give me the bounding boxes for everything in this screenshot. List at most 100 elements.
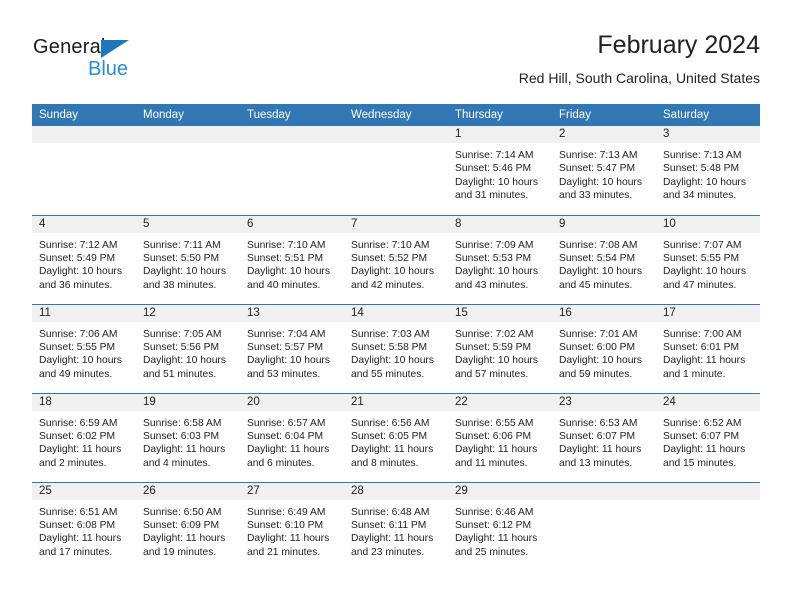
sun-times-info: Sunrise: 7:08 AM Sunset: 5:54 PM Dayligh…: [559, 239, 642, 291]
calendar-empty-cell: [344, 126, 448, 215]
calendar-day-cell[interactable]: 2 Sunrise: 7:13 AM Sunset: 5:47 PM Daylig…: [552, 126, 656, 215]
calendar-empty-cell: [552, 481, 656, 571]
calendar-day-cell[interactable]: 15 Sunrise: 7:02 AM Sunset: 5:59 PM Dayli…: [448, 303, 552, 393]
calendar-week-row: 1 Sunrise: 7:14 AM Sunset: 5:46 PM Daylig…: [32, 126, 760, 215]
sun-times-info: Sunrise: 6:48 AM Sunset: 6:11 PM Dayligh…: [351, 506, 434, 558]
sun-times-info: Sunrise: 6:49 AM Sunset: 6:10 PM Dayligh…: [247, 506, 330, 558]
calendar-page: General Blue February 2024 Red Hill, Sou…: [0, 0, 792, 612]
calendar-day-cell[interactable]: 25 Sunrise: 6:51 AM Sunset: 6:08 PM Dayli…: [32, 481, 136, 571]
day-number: 20: [240, 393, 344, 411]
sun-times-info: Sunrise: 6:52 AM Sunset: 6:07 PM Dayligh…: [663, 417, 746, 469]
sun-times-info: Sunrise: 6:57 AM Sunset: 6:04 PM Dayligh…: [247, 417, 330, 469]
sun-times-info: Sunrise: 7:13 AM Sunset: 5:47 PM Dayligh…: [559, 150, 642, 202]
sun-times-info: Sunrise: 7:12 AM Sunset: 5:49 PM Dayligh…: [39, 239, 122, 291]
calendar-day-cell[interactable]: 4 Sunrise: 7:12 AM Sunset: 5:49 PM Daylig…: [32, 214, 136, 304]
sun-times-info: Sunrise: 6:58 AM Sunset: 6:03 PM Dayligh…: [143, 417, 226, 469]
calendar-day-cell[interactable]: 3 Sunrise: 7:13 AM Sunset: 5:48 PM Daylig…: [656, 126, 760, 215]
day-number: [136, 126, 240, 143]
day-number: 13: [240, 304, 344, 322]
day-number: 9: [552, 215, 656, 233]
title-block: February 2024 Red Hill, South Carolina, …: [340, 30, 760, 88]
day-number: 23: [552, 393, 656, 411]
sun-times-info: Sunrise: 6:46 AM Sunset: 6:12 PM Dayligh…: [455, 506, 538, 558]
sun-times-info: Sunrise: 7:06 AM Sunset: 5:55 PM Dayligh…: [39, 328, 122, 380]
calendar-day-cell[interactable]: 11 Sunrise: 7:06 AM Sunset: 5:55 PM Dayli…: [32, 303, 136, 393]
sun-times-info: Sunrise: 7:01 AM Sunset: 6:00 PM Dayligh…: [559, 328, 642, 380]
calendar-week-row: 4 Sunrise: 7:12 AM Sunset: 5:49 PM Daylig…: [32, 214, 760, 304]
day-number: 12: [136, 304, 240, 322]
day-number: 26: [136, 482, 240, 500]
day-number: 4: [32, 215, 136, 233]
calendar-day-cell[interactable]: 14 Sunrise: 7:03 AM Sunset: 5:58 PM Dayli…: [344, 303, 448, 393]
calendar-day-cell[interactable]: 10 Sunrise: 7:07 AM Sunset: 5:55 PM Dayli…: [656, 214, 760, 304]
calendar-day-cell[interactable]: 18 Sunrise: 6:59 AM Sunset: 6:02 PM Dayli…: [32, 392, 136, 482]
day-number: 19: [136, 393, 240, 411]
calendar-day-cell[interactable]: 26 Sunrise: 6:50 AM Sunset: 6:09 PM Dayli…: [136, 481, 240, 571]
calendar-day-cell[interactable]: 19 Sunrise: 6:58 AM Sunset: 6:03 PM Dayli…: [136, 392, 240, 482]
calendar-week-row: 18 Sunrise: 6:59 AM Sunset: 6:02 PM Dayli…: [32, 392, 760, 482]
sun-times-info: Sunrise: 7:00 AM Sunset: 6:01 PM Dayligh…: [663, 328, 746, 380]
calendar-empty-cell: [32, 126, 136, 215]
day-number: 3: [656, 126, 760, 143]
weekday-header-monday: Monday: [136, 104, 240, 126]
weekday-header-sunday: Sunday: [32, 104, 136, 126]
calendar-day-cell[interactable]: 24 Sunrise: 6:52 AM Sunset: 6:07 PM Dayli…: [656, 392, 760, 482]
calendar-day-cell[interactable]: 7 Sunrise: 7:10 AM Sunset: 5:52 PM Daylig…: [344, 214, 448, 304]
calendar-header-row: Sunday Monday Tuesday Wednesday Thursday Frid…: [32, 104, 760, 126]
weekday-header-thursday: Thursday: [448, 104, 552, 126]
sun-times-info: Sunrise: 7:03 AM Sunset: 5:58 PM Dayligh…: [351, 328, 434, 380]
location-subtitle: Red Hill, South Carolina, United States: [518, 70, 760, 86]
calendar-day-cell[interactable]: 21 Sunrise: 6:56 AM Sunset: 6:05 PM Dayli…: [344, 392, 448, 482]
weekday-header-wednesday: Wednesday: [344, 104, 448, 126]
day-number: 7: [344, 215, 448, 233]
logo-text-blue: Blue: [88, 58, 129, 80]
day-number: 17: [656, 304, 760, 322]
sun-times-info: Sunrise: 6:53 AM Sunset: 6:07 PM Dayligh…: [559, 417, 642, 469]
sun-times-info: Sunrise: 6:51 AM Sunset: 6:08 PM Dayligh…: [39, 506, 122, 558]
blue-triangle-logo-mark-icon: [101, 40, 129, 58]
calendar-day-cell[interactable]: 28 Sunrise: 6:48 AM Sunset: 6:11 PM Dayli…: [344, 481, 448, 571]
day-number: 27: [240, 482, 344, 500]
day-number: 16: [552, 304, 656, 322]
calendar-empty-cell: [240, 126, 344, 215]
calendar-day-cell[interactable]: 6 Sunrise: 7:10 AM Sunset: 5:51 PM Daylig…: [240, 214, 344, 304]
calendar-day-cell[interactable]: 23 Sunrise: 6:53 AM Sunset: 6:07 PM Dayli…: [552, 392, 656, 482]
sun-times-info: Sunrise: 6:56 AM Sunset: 6:05 PM Dayligh…: [351, 417, 434, 469]
day-number: 29: [448, 482, 552, 500]
day-number: [344, 126, 448, 143]
calendar-day-cell[interactable]: 17 Sunrise: 7:00 AM Sunset: 6:01 PM Dayli…: [656, 303, 760, 393]
day-number: 22: [448, 393, 552, 411]
day-number: 11: [32, 304, 136, 322]
day-number: 14: [344, 304, 448, 322]
calendar-empty-cell: [656, 481, 760, 571]
calendar-day-cell[interactable]: 5 Sunrise: 7:11 AM Sunset: 5:50 PM Daylig…: [136, 214, 240, 304]
calendar-day-cell[interactable]: 13 Sunrise: 7:04 AM Sunset: 5:57 PM Dayli…: [240, 303, 344, 393]
day-number: 1: [448, 126, 552, 143]
calendar-day-cell[interactable]: 16 Sunrise: 7:01 AM Sunset: 6:00 PM Dayli…: [552, 303, 656, 393]
calendar-day-cell[interactable]: 27 Sunrise: 6:49 AM Sunset: 6:10 PM Dayli…: [240, 481, 344, 571]
calendar-day-cell[interactable]: 22 Sunrise: 6:55 AM Sunset: 6:06 PM Dayli…: [448, 392, 552, 482]
sun-times-info: Sunrise: 7:04 AM Sunset: 5:57 PM Dayligh…: [247, 328, 330, 380]
day-number: [32, 126, 136, 143]
page-title: February 2024: [597, 31, 760, 59]
calendar-day-cell[interactable]: 9 Sunrise: 7:08 AM Sunset: 5:54 PM Daylig…: [552, 214, 656, 304]
general-blue-logo[interactable]: General Blue: [33, 36, 213, 84]
calendar-day-cell[interactable]: 8 Sunrise: 7:09 AM Sunset: 5:53 PM Daylig…: [448, 214, 552, 304]
calendar-day-cell[interactable]: 29 Sunrise: 6:46 AM Sunset: 6:12 PM Dayli…: [448, 481, 552, 571]
calendar-day-cell[interactable]: 12 Sunrise: 7:05 AM Sunset: 5:56 PM Dayli…: [136, 303, 240, 393]
day-number: 5: [136, 215, 240, 233]
weekday-header-saturday: Saturday: [656, 104, 760, 126]
calendar-day-cell[interactable]: 1 Sunrise: 7:14 AM Sunset: 5:46 PM Daylig…: [448, 126, 552, 215]
sun-times-info: Sunrise: 7:14 AM Sunset: 5:46 PM Dayligh…: [455, 150, 538, 202]
day-number: [240, 126, 344, 143]
sun-times-info: Sunrise: 7:09 AM Sunset: 5:53 PM Dayligh…: [455, 239, 538, 291]
day-number: 2: [552, 126, 656, 143]
day-number: 25: [32, 482, 136, 500]
page-header: General Blue February 2024 Red Hill, Sou…: [0, 0, 792, 100]
calendar-week-row: 25 Sunrise: 6:51 AM Sunset: 6:08 PM Dayli…: [32, 481, 760, 571]
day-number: 8: [448, 215, 552, 233]
logo-text-general: General: [33, 36, 106, 58]
sun-times-info: Sunrise: 6:55 AM Sunset: 6:06 PM Dayligh…: [455, 417, 538, 469]
day-number: 28: [344, 482, 448, 500]
calendar-day-cell[interactable]: 20 Sunrise: 6:57 AM Sunset: 6:04 PM Dayli…: [240, 392, 344, 482]
